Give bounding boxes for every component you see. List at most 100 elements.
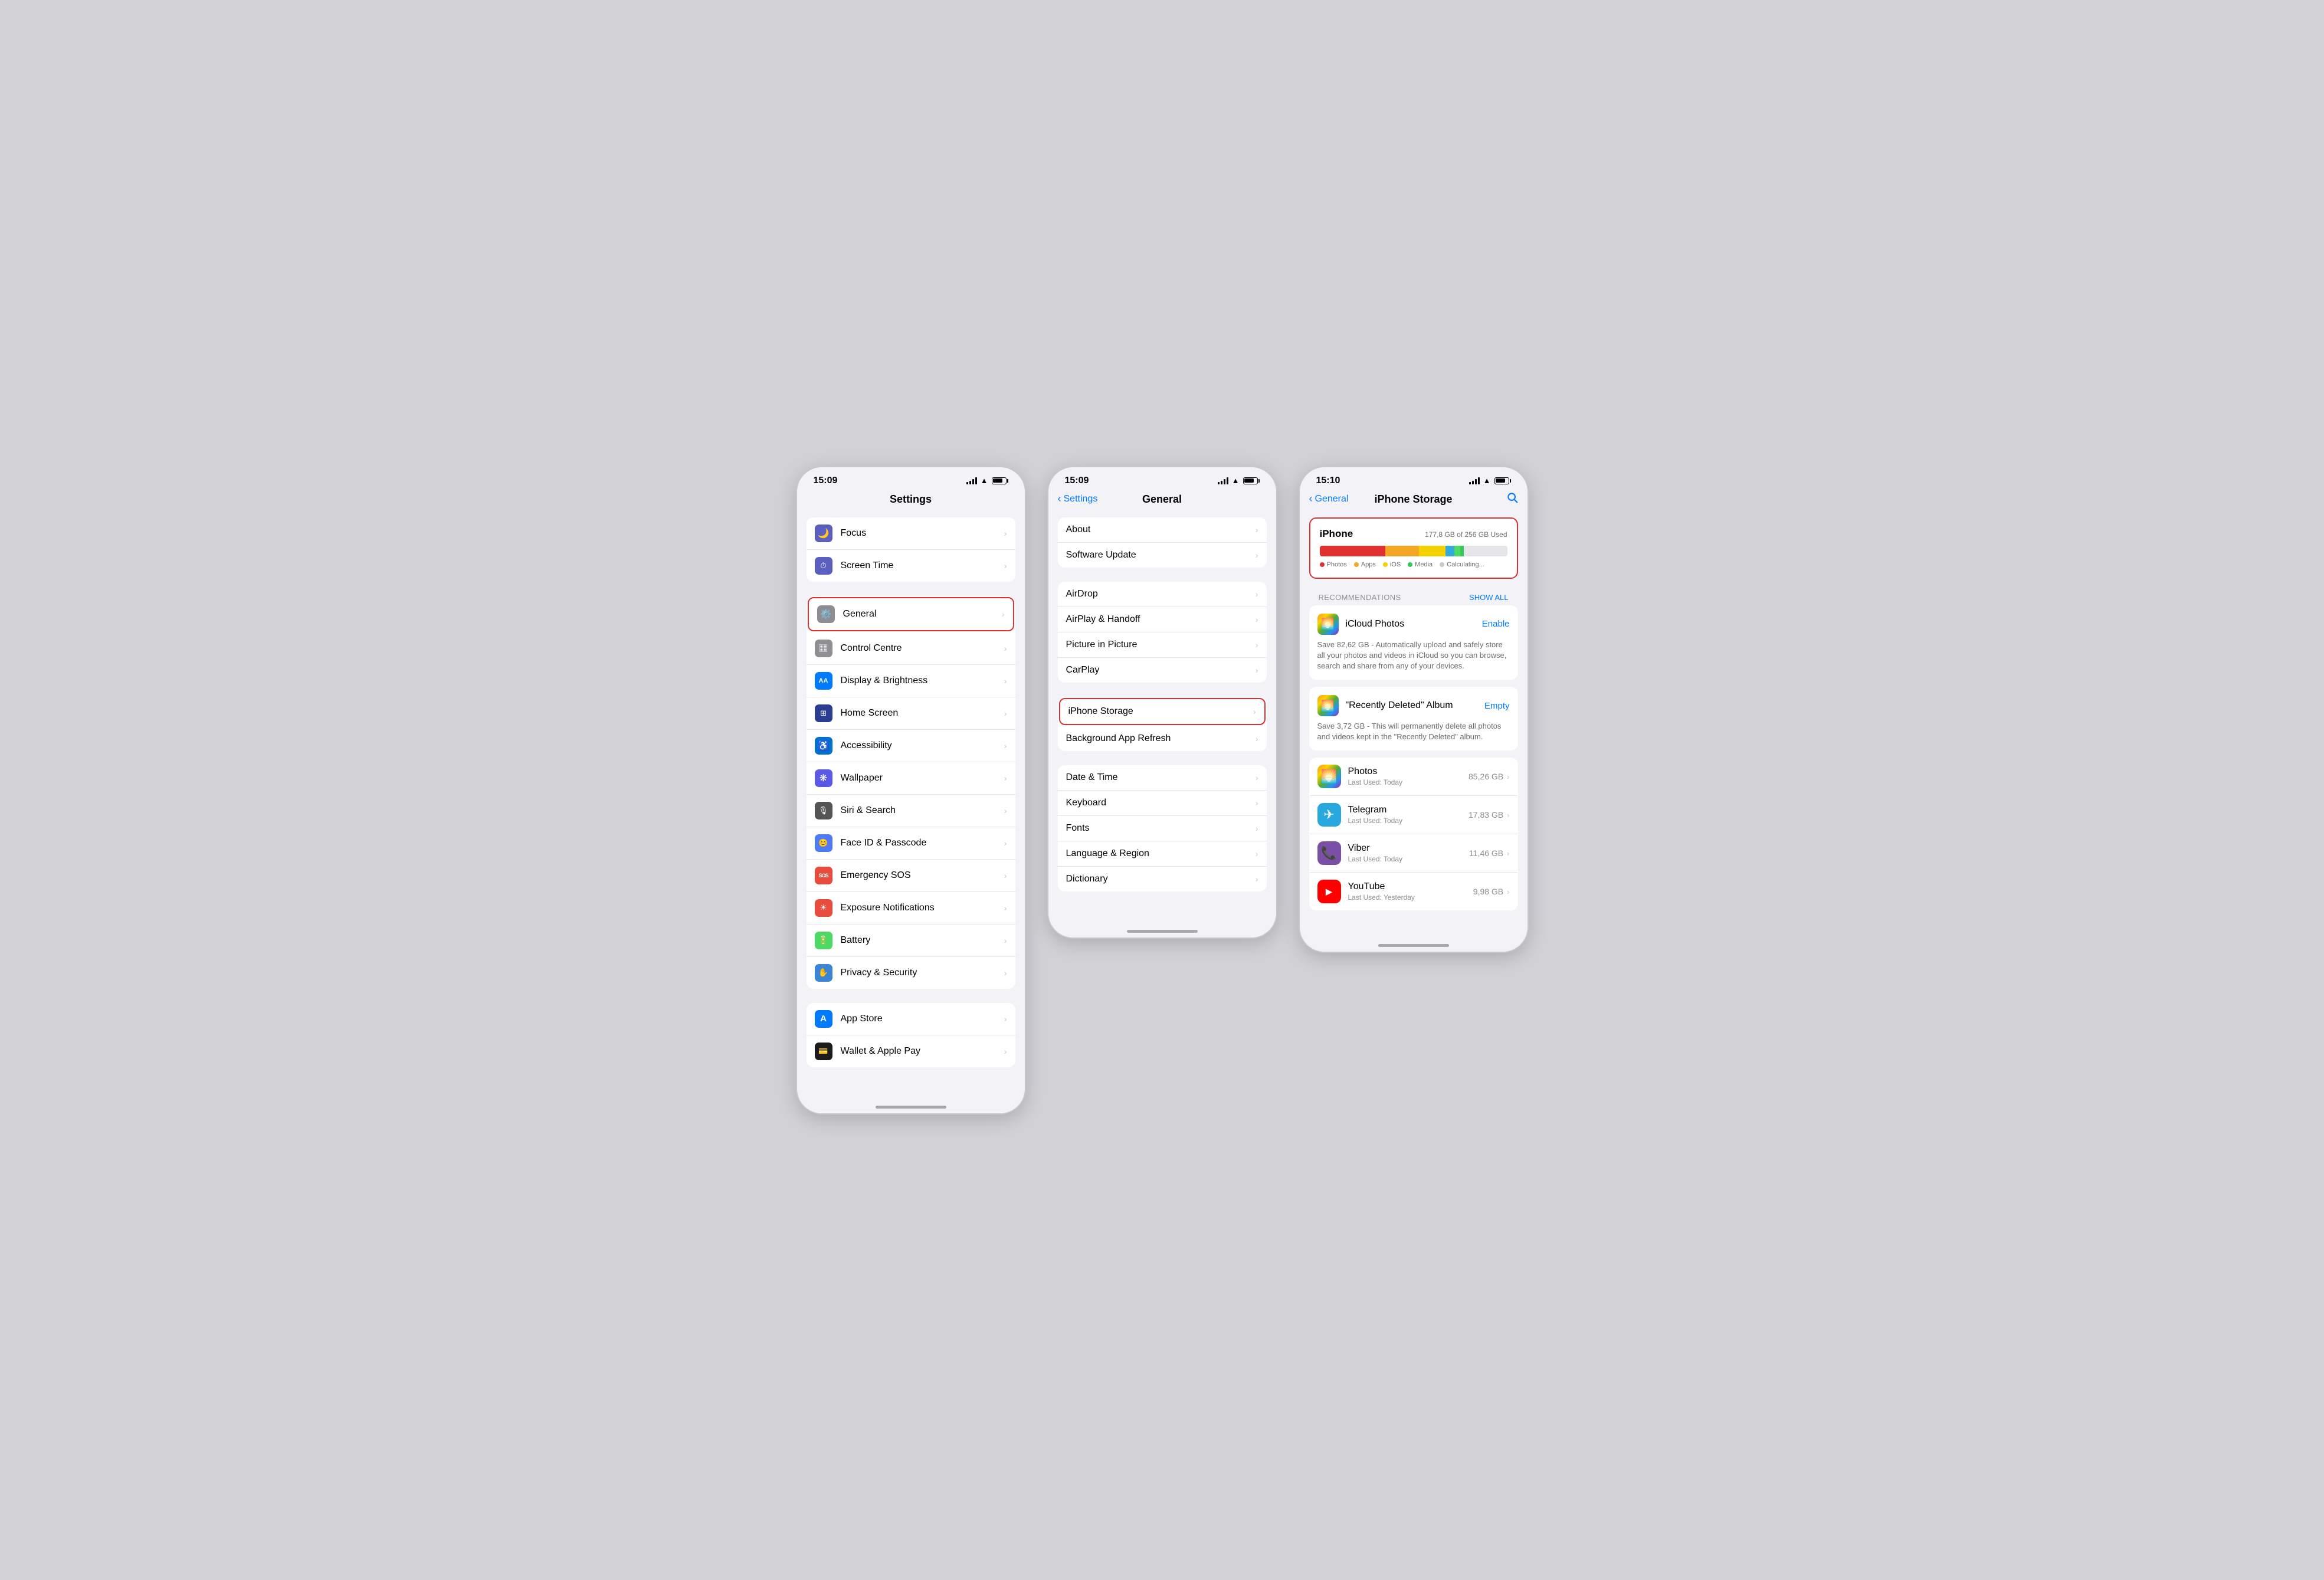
emergency-sos-label: Emergency SOS <box>841 870 1004 881</box>
battery-icon-1 <box>992 477 1008 484</box>
sidebar-item-wallpaper[interactable]: ❋ Wallpaper › <box>807 762 1015 795</box>
phone-iphone-storage: 15:10 ▲ ‹ General iPhone Storage <box>1299 466 1529 953</box>
phone-settings: 15:09 ▲ Settings 🌙 Focus › <box>796 466 1026 1114</box>
status-icons-1: ▲ <box>966 476 1008 485</box>
sidebar-item-privacy[interactable]: ✋ Privacy & Security › <box>807 957 1015 989</box>
general-icon: ⚙️ <box>817 605 835 623</box>
general-item-picture-in-picture[interactable]: Picture in Picture › <box>1058 632 1267 658</box>
general-group-1: About › Software Update › <box>1058 517 1267 568</box>
general-item-software-update[interactable]: Software Update › <box>1058 543 1267 568</box>
telegram-app-info: Telegram Last Used: Today <box>1348 805 1469 825</box>
legend-media: Media <box>1408 561 1433 568</box>
sidebar-item-general[interactable]: ⚙️ General › <box>808 597 1014 631</box>
home-bar-3 <box>1300 934 1528 952</box>
sidebar-item-accessibility[interactable]: ♿ Accessibility › <box>807 730 1015 762</box>
chevron-icon: › <box>1256 525 1258 535</box>
back-button-3[interactable]: ‹ General <box>1309 493 1349 505</box>
general-group-4: Date & Time › Keyboard › Fonts › Languag… <box>1058 765 1267 891</box>
rec-icloud-desc: Save 82,62 GB - Automatically upload and… <box>1317 640 1510 672</box>
wifi-icon-1: ▲ <box>981 476 988 485</box>
general-item-background-app-refresh[interactable]: Background App Refresh › <box>1058 726 1267 751</box>
general-item-about[interactable]: About › <box>1058 517 1267 543</box>
chevron-icon: › <box>1256 849 1258 858</box>
sidebar-item-focus[interactable]: 🌙 Focus › <box>807 517 1015 550</box>
icloud-photos-icon: 🌅 <box>1317 614 1339 635</box>
wifi-icon-3: ▲ <box>1483 476 1491 485</box>
scroll-content-2[interactable]: About › Software Update › AirDrop › AirP… <box>1048 513 1276 920</box>
general-label: General <box>843 609 1002 619</box>
general-item-language-region[interactable]: Language & Region › <box>1058 841 1267 867</box>
sidebar-item-emergency-sos[interactable]: SOS Emergency SOS › <box>807 860 1015 892</box>
carplay-label: CarPlay <box>1066 665 1256 676</box>
recently-deleted-icon: 🌅 <box>1317 695 1339 716</box>
iphone-storage-label: iPhone Storage <box>1068 706 1253 717</box>
viber-app-name: Viber <box>1348 843 1470 854</box>
chevron-icon: › <box>1256 550 1258 560</box>
rec-deleted-desc: Save 3,72 GB - This will permanently del… <box>1317 721 1510 742</box>
rec-icloud-action[interactable]: Enable <box>1482 619 1510 629</box>
control-centre-icon: 🎛 <box>815 640 832 657</box>
app-list-group: 🌅 Photos Last Used: Today 85,26 GB › ✈ T… <box>1309 758 1518 910</box>
status-bar-2: 15:09 ▲ <box>1048 467 1276 491</box>
nav-bar-2: ‹ Settings General <box>1048 491 1276 513</box>
app-item-photos[interactable]: 🌅 Photos Last Used: Today 85,26 GB › <box>1309 758 1518 796</box>
back-chevron-2: ‹ <box>1058 493 1061 505</box>
show-all-button[interactable]: SHOW ALL <box>1469 593 1508 602</box>
photos-last-used: Last Used: Today <box>1348 778 1469 786</box>
scroll-content-1[interactable]: 🌙 Focus › ⏱ Screen Time › ⚙️ General › <box>797 513 1025 1096</box>
app-item-telegram[interactable]: ✈ Telegram Last Used: Today 17,83 GB › <box>1309 796 1518 834</box>
chevron-icon: › <box>1004 644 1007 653</box>
sidebar-item-battery[interactable]: 🔋 Battery › <box>807 925 1015 957</box>
general-item-keyboard[interactable]: Keyboard › <box>1058 791 1267 816</box>
app-item-youtube[interactable]: ▶ YouTube Last Used: Yesterday 9,98 GB › <box>1309 873 1518 910</box>
legend-dot-ios <box>1383 562 1388 567</box>
general-item-iphone-storage[interactable]: iPhone Storage › <box>1059 698 1266 725</box>
legend-calculating: Calculating... <box>1440 561 1484 568</box>
chevron-icon: › <box>1256 615 1258 624</box>
sidebar-item-display[interactable]: AA Display & Brightness › <box>807 665 1015 697</box>
general-group-3: iPhone Storage › Background App Refresh … <box>1058 697 1267 751</box>
storage-legend: Photos Apps iOS Media <box>1320 561 1507 568</box>
accessibility-label: Accessibility <box>841 740 1004 751</box>
general-item-carplay[interactable]: CarPlay › <box>1058 658 1267 683</box>
general-item-airplay-handoff[interactable]: AirPlay & Handoff › <box>1058 607 1267 632</box>
back-button-2[interactable]: ‹ Settings <box>1058 493 1098 505</box>
sidebar-item-face-id[interactable]: 😊 Face ID & Passcode › <box>807 827 1015 860</box>
photos-app-icon: 🌅 <box>1317 765 1341 788</box>
home-screen-label: Home Screen <box>841 708 1004 719</box>
rec-deleted-action[interactable]: Empty <box>1484 701 1510 711</box>
chevron-icon: › <box>1253 707 1256 716</box>
time-2: 15:09 <box>1065 476 1089 486</box>
keyboard-label: Keyboard <box>1066 798 1256 808</box>
sidebar-item-wallet[interactable]: 💳 Wallet & Apple Pay › <box>807 1035 1015 1067</box>
picture-in-picture-label: Picture in Picture <box>1066 640 1256 650</box>
focus-icon: 🌙 <box>815 525 832 542</box>
sidebar-item-app-store[interactable]: A App Store › <box>807 1003 1015 1035</box>
youtube-app-icon: ▶ <box>1317 880 1341 903</box>
control-centre-label: Control Centre <box>841 643 1004 654</box>
legend-label-ios: iOS <box>1390 561 1401 568</box>
face-id-icon: 😊 <box>815 834 832 852</box>
sidebar-item-home-screen[interactable]: ⊞ Home Screen › <box>807 697 1015 730</box>
viber-app-info: Viber Last Used: Today <box>1348 843 1470 863</box>
legend-photos: Photos <box>1320 561 1347 568</box>
home-indicator-2 <box>1127 930 1198 933</box>
signal-icon-1 <box>966 477 977 484</box>
sidebar-item-screen-time[interactable]: ⏱ Screen Time › <box>807 550 1015 582</box>
sidebar-item-siri-search[interactable]: 🎙 Siri & Search › <box>807 795 1015 827</box>
general-item-date-time[interactable]: Date & Time › <box>1058 765 1267 791</box>
chevron-icon: › <box>1004 871 1007 880</box>
sidebar-item-exposure[interactable]: ☀ Exposure Notifications › <box>807 892 1015 925</box>
sidebar-item-control-centre[interactable]: 🎛 Control Centre › <box>807 632 1015 665</box>
legend-dot-calculating <box>1440 562 1444 567</box>
telegram-app-icon: ✈ <box>1317 803 1341 827</box>
phone-general: 15:09 ▲ ‹ Settings General <box>1047 466 1277 939</box>
general-item-dictionary[interactable]: Dictionary › <box>1058 867 1267 891</box>
display-icon: AA <box>815 672 832 690</box>
chevron-icon: › <box>1256 666 1258 675</box>
scroll-content-3[interactable]: iPhone 177,8 GB of 256 GB Used Photos <box>1300 513 1528 935</box>
general-item-airdrop[interactable]: AirDrop › <box>1058 582 1267 607</box>
search-button-3[interactable] <box>1506 491 1518 507</box>
app-item-viber[interactable]: 📞 Viber Last Used: Today 11,46 GB › <box>1309 834 1518 873</box>
general-item-fonts[interactable]: Fonts › <box>1058 816 1267 841</box>
